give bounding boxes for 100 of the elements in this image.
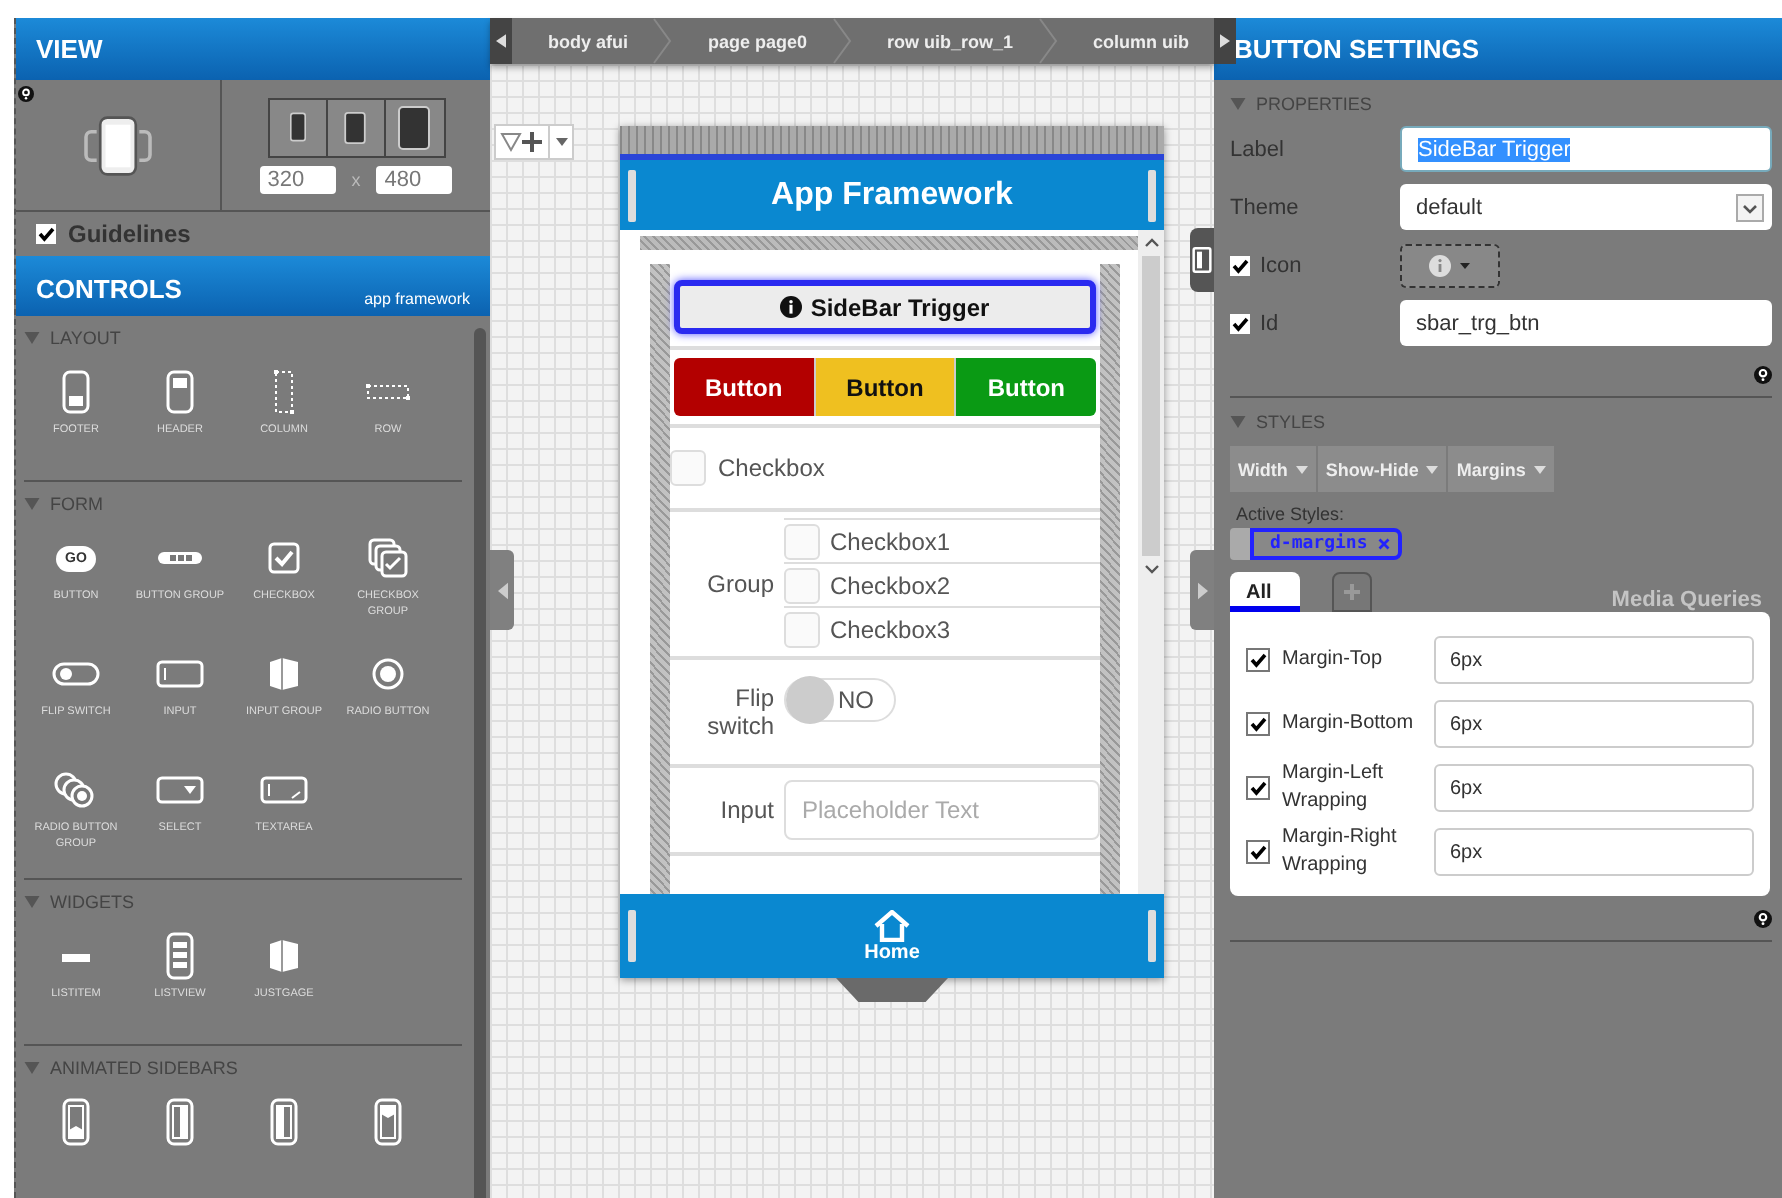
add-tab-button[interactable] — [1331, 572, 1372, 612]
home-icon[interactable] — [871, 909, 912, 941]
label-field[interactable]: SideBar Trigger — [1400, 126, 1772, 172]
checkbox-label: Checkbox — [718, 454, 825, 482]
breadcrumb-item[interactable]: page page0 — [672, 31, 832, 51]
section-title[interactable]: FORM — [50, 494, 103, 514]
caret-icon[interactable] — [1426, 465, 1439, 473]
chevron-icon — [1037, 18, 1058, 64]
scroll-down-icon[interactable] — [1143, 564, 1159, 574]
width-field[interactable]: 320 — [259, 165, 336, 193]
style-dropdown-button[interactable]: Margins — [1448, 446, 1554, 492]
phone-size-button[interactable] — [269, 99, 327, 155]
checkbox[interactable] — [1246, 712, 1270, 736]
checkbox[interactable] — [1246, 840, 1270, 864]
height-field[interactable]: 480 — [376, 165, 453, 193]
colored-button[interactable]: Button — [815, 358, 957, 416]
flip-switch-label: Flip switch — [705, 684, 774, 740]
sidebar-icon[interactable] — [1192, 246, 1212, 274]
colored-button[interactable]: Button — [674, 358, 816, 416]
style-dropdown-button[interactable]: Show-Hide — [1317, 446, 1447, 492]
dropdown-button[interactable] — [548, 126, 572, 158]
checkbox[interactable] — [1230, 313, 1250, 333]
input-label: Input — [718, 796, 774, 824]
framework-label: app framework — [364, 290, 470, 308]
group-label: Group — [705, 570, 774, 598]
phone-icon[interactable] — [289, 112, 305, 142]
caret-icon[interactable] — [1295, 465, 1308, 473]
icon-picker[interactable] — [1400, 243, 1500, 287]
flip-switch[interactable]: NO — [784, 678, 896, 722]
right-arrow-icon[interactable] — [1219, 34, 1230, 48]
close-icon[interactable] — [1377, 538, 1390, 550]
home-tab[interactable]: Home — [864, 909, 920, 963]
style-dropdown-button[interactable]: Width — [1230, 446, 1316, 492]
collapse-right-handle[interactable] — [1190, 550, 1214, 630]
resize-handle[interactable] — [628, 910, 636, 962]
app-title: App Framework — [771, 177, 1013, 213]
chevron-icon — [831, 18, 852, 64]
margin-field[interactable]: 6px — [1434, 828, 1754, 876]
property-label: Icon — [1260, 253, 1302, 277]
resize-handle[interactable] — [628, 169, 636, 221]
checkbox-group-icon[interactable] — [364, 534, 412, 582]
help-icon[interactable] — [1754, 365, 1772, 383]
scrollbar[interactable] — [1138, 230, 1164, 894]
checkbox[interactable] — [1230, 255, 1250, 275]
left-arrow-icon[interactable] — [496, 34, 506, 48]
margin-field[interactable]: 6px — [1434, 636, 1754, 684]
resize-handle[interactable] — [1147, 910, 1156, 962]
info-caret-icon[interactable] — [1424, 253, 1476, 277]
margin-label: Margin-Top — [1282, 646, 1385, 674]
scroll-right-button[interactable] — [1213, 18, 1236, 64]
breadcrumb-item[interactable]: body afui — [512, 31, 652, 51]
guidelines-label: Guidelines — [68, 220, 191, 248]
property-label: Label — [1230, 137, 1286, 161]
scrollbar[interactable] — [474, 328, 486, 1198]
panel-header: VIEW — [16, 18, 490, 80]
colored-button[interactable]: Button — [956, 358, 1097, 416]
scroll-up-icon[interactable] — [1143, 238, 1159, 248]
section-title[interactable]: ANIMATED SIDEBARS — [50, 1058, 238, 1078]
margin-label: Margin-Left Wrapping — [1282, 760, 1386, 816]
margin-label: Margin-Bottom — [1282, 710, 1416, 738]
bottom-drag-tab[interactable] — [836, 978, 948, 1002]
collapse-left-handle[interactable] — [490, 550, 514, 630]
theme-select[interactable]: default — [1400, 184, 1772, 230]
property-label: Id — [1260, 311, 1279, 335]
tablet-icon[interactable] — [398, 105, 430, 149]
checkbox-label: Checkbox3 — [830, 615, 951, 643]
sidebar-trigger-button[interactable]: SideBar Trigger — [674, 280, 1096, 334]
section-title[interactable]: LAYOUT — [50, 328, 121, 348]
resize-handle[interactable] — [1147, 169, 1156, 221]
margin-field[interactable]: 6px — [1434, 700, 1754, 748]
caret-icon[interactable] — [1533, 465, 1546, 473]
checkbox[interactable] — [36, 224, 56, 244]
rotate-device-icon[interactable] — [82, 113, 154, 177]
text-input[interactable]: Placeholder Text — [784, 780, 1100, 840]
section-title[interactable]: WIDGETS — [50, 892, 134, 912]
tablet-icon[interactable] — [344, 111, 366, 143]
caret-icon[interactable] — [555, 138, 567, 146]
sidebar-toggle-button[interactable] — [1190, 228, 1214, 292]
breadcrumb-item[interactable]: column uib — [1057, 31, 1214, 51]
scroll-thumb[interactable] — [1142, 256, 1160, 556]
help-icon[interactable] — [18, 86, 34, 102]
checkbox[interactable] — [1246, 648, 1270, 672]
tablet-size-button[interactable] — [385, 99, 443, 155]
section-title[interactable]: PROPERTIES — [1256, 94, 1372, 114]
margin-field[interactable]: 6px — [1434, 764, 1754, 812]
chevron-icon — [652, 18, 672, 64]
info-icon — [780, 296, 803, 318]
help-icon[interactable] — [1754, 909, 1772, 927]
tablet-size-button[interactable] — [327, 99, 385, 155]
media-queries-label: Media Queries — [1611, 588, 1762, 612]
id-field[interactable]: sbar_trg_btn — [1400, 300, 1772, 346]
media-tab[interactable]: All — [1230, 572, 1300, 612]
checkbox[interactable] — [1246, 776, 1270, 800]
checkbox-label: Checkbox2 — [830, 571, 951, 599]
margin-label: Margin-Right Wrapping — [1282, 824, 1399, 880]
breadcrumb-item[interactable]: row uib_row_1 — [851, 31, 1038, 51]
panel-header: BUTTON SETTINGS — [1214, 18, 1782, 80]
property-label: Theme — [1230, 195, 1301, 219]
drag-handle[interactable] — [1230, 528, 1250, 560]
scroll-left-button[interactable] — [490, 18, 512, 64]
